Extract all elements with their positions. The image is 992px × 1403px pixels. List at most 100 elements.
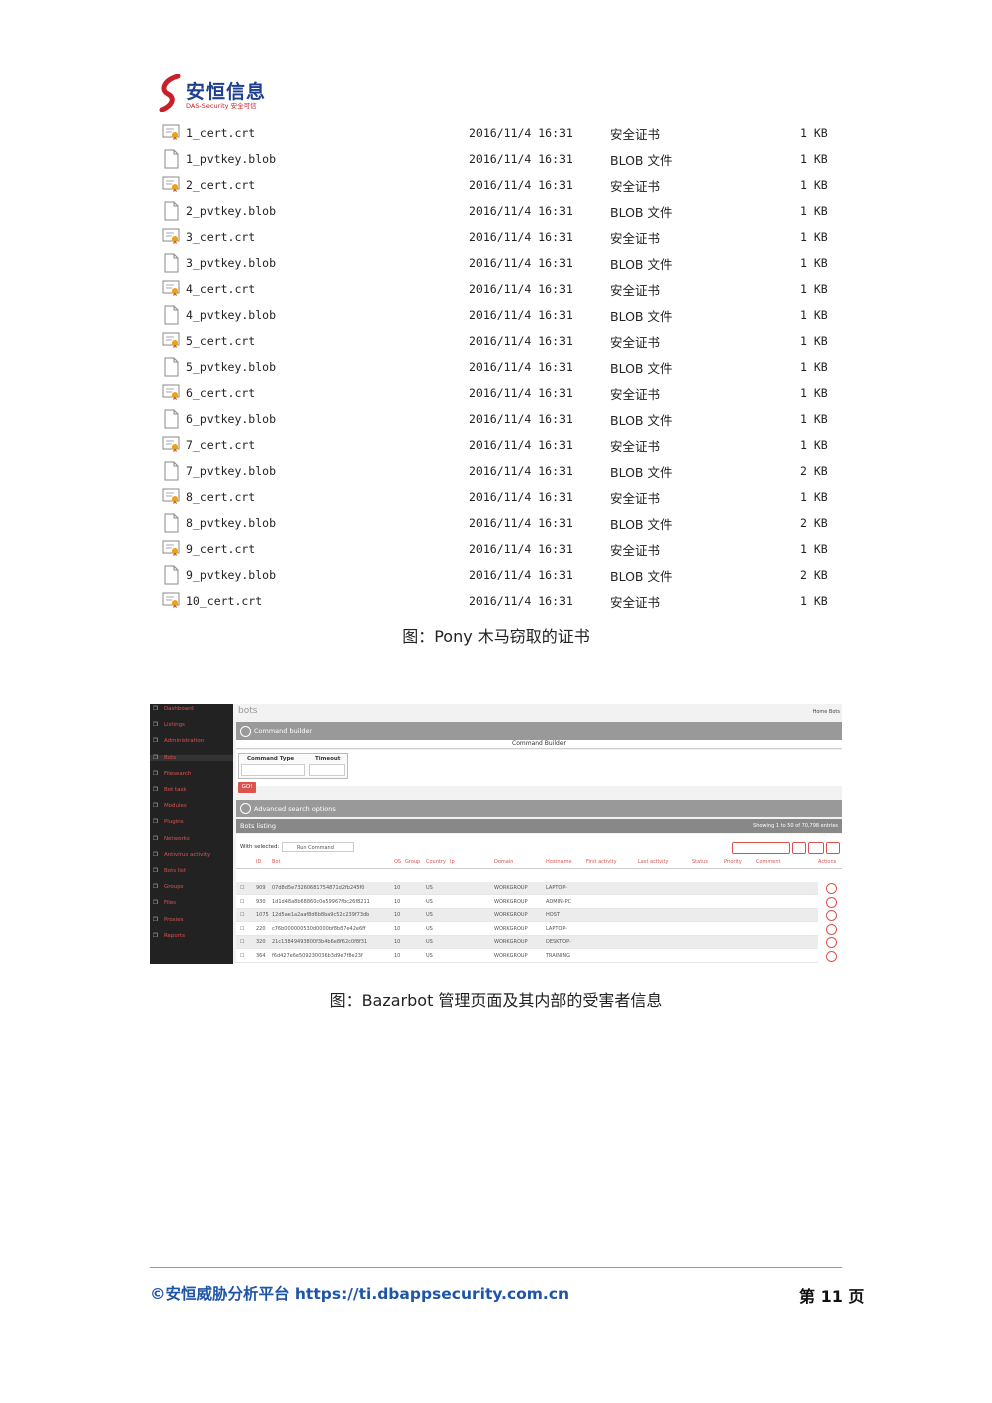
sidebar-item[interactable]: ❐ Networks [153, 836, 190, 842]
file-type: BLOB 文件 [610, 361, 673, 376]
file-row[interactable]: 6_pvtkey.blob 2016/11/4 16:31 BLOB 文件 1 KB [162, 407, 852, 433]
row-bot[interactable]: f6d427e6e509230036b3d9e7f8e23f [272, 953, 363, 959]
columns-button[interactable] [826, 842, 840, 854]
file-row[interactable]: 3_pvtkey.blob 2016/11/4 16:31 BLOB 文件 1 KB [162, 251, 852, 277]
file-date: 2016/11/4 16:31 [469, 386, 573, 400]
sidebar-item[interactable]: ❐ Proxies [153, 917, 184, 923]
row-bot[interactable]: 07d8d5e73260681754871d2fb245f0 [272, 885, 364, 891]
row-checkbox[interactable]: ☐ [240, 926, 244, 932]
row-checkbox[interactable]: ☐ [240, 939, 244, 945]
file-date: 2016/11/4 16:31 [469, 334, 573, 348]
table-row[interactable]: ☐ 220 c76b000000530d0000bf8b87e42e6ff 10 US W… [236, 922, 818, 936]
file-row[interactable]: 8_pvtkey.blob 2016/11/4 16:31 BLOB 文件 2 KB [162, 511, 852, 537]
column-header[interactable]: Domain [494, 859, 513, 865]
column-header[interactable]: Country [426, 859, 446, 865]
sidebar-item[interactable]: ❐ Dashboard [153, 706, 194, 712]
file-date: 2016/11/4 16:31 [469, 412, 573, 426]
footer-source[interactable]: ©安恒威胁分析平台 https://ti.dbappsecurity.com.c… [150, 1282, 569, 1304]
column-header[interactable]: ID [256, 859, 261, 865]
file-row[interactable]: 6_cert.crt 2016/11/4 16:31 安全证书 1 KB [162, 381, 852, 407]
copy-button[interactable] [792, 842, 806, 854]
column-header[interactable]: Priority [724, 859, 742, 865]
row-checkbox[interactable]: ☐ [240, 899, 244, 905]
sidebar-item[interactable]: ❐ Bot task [153, 787, 187, 793]
sidebar-item[interactable]: ❐ Bots list [153, 868, 186, 874]
file-name: 4_pvtkey.blob [186, 308, 277, 322]
row-bot[interactable]: 12d5ae1a2aaf8d6b8ba9c52c239f73db [272, 912, 369, 918]
sidebar-item[interactable]: ❐ Listings [153, 722, 185, 728]
file-name: 4_cert.crt [186, 282, 256, 296]
table-row[interactable]: ☐ 930 1d1d48a8b68860c0e59967fbc26f8211 10 US… [236, 895, 818, 909]
file-row[interactable]: 9_cert.crt 2016/11/4 16:31 安全证书 1 KB [162, 537, 852, 563]
export-button[interactable] [732, 842, 790, 854]
column-header[interactable]: OS [394, 859, 401, 865]
command-type-select[interactable] [241, 764, 305, 776]
row-bot[interactable]: c76b000000530d0000bf8b87e42e6ff [272, 926, 366, 932]
table-row[interactable]: ☐ 909 07d8d5e73260681754871d2fb245f0 10 US WO… [236, 882, 818, 895]
row-checkbox[interactable]: ☐ [240, 953, 244, 959]
certificate-icon [162, 123, 180, 143]
column-header[interactable]: Hostname [546, 859, 572, 865]
command-type-box[interactable]: Command Type Timeout [238, 753, 348, 779]
column-header[interactable]: Ip [450, 859, 455, 865]
sidebar-item[interactable]: ❐ Filesearch [153, 771, 191, 777]
file-row[interactable]: 5_pvtkey.blob 2016/11/4 16:31 BLOB 文件 1 KB [162, 355, 852, 381]
row-bot[interactable]: 21c13849493800f3b4b6e8f62c0f8f31 [272, 939, 367, 945]
row-action-icon[interactable] [826, 896, 837, 908]
file-row[interactable]: 4_cert.crt 2016/11/4 16:31 安全证书 1 KB [162, 277, 852, 303]
file-row[interactable]: 9_pvtkey.blob 2016/11/4 16:31 BLOB 文件 2 KB [162, 563, 852, 589]
advanced-search-bar[interactable]: Advanced search options [236, 800, 842, 817]
row-checkbox[interactable]: ☐ [240, 885, 244, 891]
run-command-select[interactable]: Run Command [282, 842, 354, 852]
file-type: BLOB 文件 [610, 465, 673, 480]
row-action-icon[interactable] [826, 883, 837, 894]
column-header[interactable]: Comment [756, 859, 781, 865]
column-header[interactable]: Status [692, 859, 708, 865]
table-row[interactable]: ☐ 364 f6d427e6e509230036b3d9e7f8e23f 10 US WO… [236, 949, 818, 963]
file-row[interactable]: 2_pvtkey.blob 2016/11/4 16:31 BLOB 文件 1 KB [162, 199, 852, 225]
sidebar-item[interactable]: ❐ Bots [150, 754, 233, 761]
sidebar-item[interactable]: ❐ Groups [153, 884, 184, 890]
sidebar-item[interactable]: ❐ Antivirus activity [153, 852, 210, 858]
column-header[interactable]: Actions [818, 859, 836, 865]
file-row[interactable]: 2_cert.crt 2016/11/4 16:31 安全证书 1 KB [162, 173, 852, 199]
column-header[interactable]: First activity [586, 859, 617, 865]
row-action-icon[interactable] [826, 923, 837, 935]
row-action-icon[interactable] [826, 950, 837, 962]
sidebar-item[interactable]: ❐ Modules [153, 803, 187, 809]
column-header[interactable]: Last activity [638, 859, 668, 865]
file-row[interactable]: 10_cert.crt 2016/11/4 16:31 安全证书 1 KB [162, 589, 852, 615]
sidebar-item[interactable]: ❐ Reports [153, 933, 185, 939]
menu-dot-icon: ❐ [153, 916, 158, 923]
file-row[interactable]: 8_cert.crt 2016/11/4 16:31 安全证书 1 KB [162, 485, 852, 511]
file-row[interactable]: 4_pvtkey.blob 2016/11/4 16:31 BLOB 文件 1 KB [162, 303, 852, 329]
row-action-icon[interactable] [826, 937, 837, 948]
certificate-icon [162, 331, 180, 351]
menu-dot-icon: ❐ [153, 868, 158, 874]
menu-dot-icon: ❐ [153, 851, 158, 858]
timeout-select[interactable] [309, 764, 345, 776]
command-builder-bar[interactable]: Command builder [236, 722, 842, 740]
column-header[interactable]: Bot [272, 859, 280, 865]
file-row[interactable]: 1_cert.crt 2016/11/4 16:31 安全证书 1 KB [162, 121, 852, 147]
sidebar-item-label: Administration [163, 738, 205, 745]
table-row[interactable]: ☐ 320 21c13849493800f3b4b6e8f62c0f8f31 10 US… [236, 936, 818, 949]
file-row[interactable]: 7_cert.crt 2016/11/4 16:31 安全证书 1 KB [162, 433, 852, 459]
row-bot[interactable]: 1d1d48a8b68860c0e59967fbc26f8211 [272, 899, 370, 905]
column-header[interactable]: Group [405, 859, 420, 865]
row-action-icon[interactable] [826, 910, 837, 921]
file-row[interactable]: 3_cert.crt 2016/11/4 16:31 安全证书 1 KB [162, 225, 852, 251]
file-size: 2 KB [800, 516, 828, 530]
csv-button[interactable] [808, 842, 824, 854]
row-domain: WORKGROUP [494, 885, 528, 891]
file-row[interactable]: 1_pvtkey.blob 2016/11/4 16:31 BLOB 文件 1 KB [162, 147, 852, 173]
sidebar-item[interactable]: ❐ Plugins [153, 819, 184, 825]
row-checkbox[interactable]: ☐ [240, 912, 244, 918]
file-row[interactable]: 7_pvtkey.blob 2016/11/4 16:31 BLOB 文件 2 KB [162, 459, 852, 485]
sidebar-item[interactable]: ❐ Files [153, 900, 176, 906]
sidebar-item[interactable]: ❐ Administration [153, 738, 204, 744]
row-id: 1075 [256, 912, 269, 918]
file-row[interactable]: 5_cert.crt 2016/11/4 16:31 安全证书 1 KB [162, 329, 852, 355]
go-button[interactable]: GO! [238, 782, 256, 793]
table-row[interactable]: ☐ 1075 12d5ae1a2aaf8d6b8ba9c52c239f73db 10 U… [236, 909, 818, 922]
